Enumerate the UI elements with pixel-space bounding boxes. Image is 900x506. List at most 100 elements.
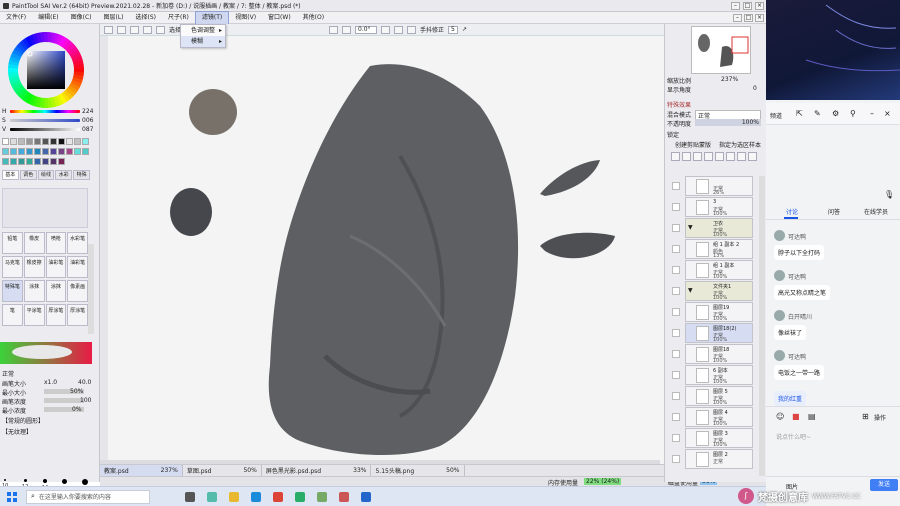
menu-ruler[interactable]: 尺子(R) [162,12,195,24]
microphone-icon[interactable]: 🎙 [884,190,894,199]
layer-row[interactable]: ▼ 卫衣 正常 100% [672,218,753,238]
folder-toggle-icon[interactable]: ▼ [688,287,693,294]
size-multiplier[interactable]: x1.0 [44,379,57,386]
color-swatch[interactable] [58,148,65,155]
layer-row[interactable]: 图层 4 正常 100% [672,407,753,427]
visibility-toggle[interactable] [672,371,680,379]
color-swatch[interactable] [34,138,41,145]
color-swatch[interactable] [58,158,65,165]
color-wheel[interactable] [6,30,86,110]
taskbar-search[interactable]: ⌕ 在这里输入你要搜索的内容 [26,489,150,504]
close-chat-icon[interactable]: × [884,109,891,118]
brush-tool[interactable]: 喷枪 [45,232,67,254]
layer-row[interactable]: 组 1 副本 2 颜色 13% [672,239,753,259]
emoji-icon[interactable]: ☺ [776,412,784,421]
folder-toggle-icon[interactable]: ▼ [688,224,693,231]
chrome-icon[interactable] [273,491,283,502]
invert-selection-button[interactable] [143,25,152,34]
density-slider[interactable] [44,398,84,403]
file-tab[interactable]: 屏色黑光影.psd.psd 33% [262,465,372,476]
tool-tab[interactable]: 特殊 [73,170,90,180]
brush-tool[interactable]: 橡皮擦 [23,256,45,278]
saturation-slider[interactable] [10,119,80,122]
color-swatch[interactable] [26,138,33,145]
brush-tool[interactable]: 涂抹 [23,280,45,302]
color-swatch[interactable] [50,148,57,155]
pin-icon[interactable]: ⚲ [850,109,856,118]
visibility-toggle[interactable] [672,203,680,211]
color-swatch[interactable] [10,148,17,155]
minimize-chat-icon[interactable]: – [870,109,874,118]
visibility-toggle[interactable] [672,455,680,463]
brush-tool[interactable]: 橡皮 [23,232,45,254]
opacity-slider[interactable]: 100% [695,119,761,126]
color-swatch[interactable] [2,158,9,165]
color-swatch[interactable] [50,138,57,145]
layer-scrollbar[interactable] [759,176,765,476]
brush-tool[interactable]: 马克笔 [2,256,23,278]
visibility-toggle[interactable] [672,350,680,358]
my-messages-button[interactable]: 我的红重 [774,391,807,406]
doc-close-button[interactable]: × [755,13,764,22]
brush-tool[interactable]: 厚涂笔 [45,304,67,326]
color-swatch[interactable] [58,138,65,145]
layer-row[interactable]: 图层18(2) 正常 100% [672,323,753,343]
taskview-icon[interactable] [185,491,195,502]
value-slider[interactable] [10,128,80,131]
visibility-toggle[interactable] [672,182,680,190]
color-swatch[interactable] [74,148,81,155]
zoom-out-button[interactable] [329,25,339,34]
color-swatch[interactable] [82,138,89,145]
rotate-cw-button[interactable] [394,25,404,34]
deselect-button[interactable] [130,25,139,34]
color-swatch[interactable] [42,138,49,145]
brush-tool[interactable]: 特殊笔 [2,280,23,302]
menu-edit[interactable]: 编辑(E) [32,12,64,24]
share-icon[interactable]: ⇱ [796,109,803,118]
paint-icon[interactable] [339,491,349,502]
maximize-button[interactable]: □ [743,1,752,10]
brush-tool[interactable]: 厚涂笔 [67,304,88,326]
layer-row[interactable]: 正常 26% [672,176,753,196]
widget-icon[interactable] [207,491,217,502]
brush-tool[interactable]: 油彩笔 [45,256,67,278]
brush-tool[interactable]: 涂抹 [45,280,67,302]
merge-layer-button[interactable] [704,152,713,161]
new-layer-button[interactable] [671,152,680,161]
tool-tab[interactable]: 基本 [2,170,19,180]
flip-button[interactable] [407,25,417,34]
close-button[interactable]: × [755,1,764,10]
color-swatch[interactable] [18,138,25,145]
color-swatch[interactable] [10,158,17,165]
navigator-preview[interactable] [691,26,751,74]
edit-icon[interactable]: ✎ [814,109,821,118]
visibility-toggle[interactable] [672,329,680,337]
color-swatch[interactable] [18,148,25,155]
canvas[interactable] [100,36,664,464]
file-tab[interactable]: 5.15头稿.png 50% [371,465,465,476]
color-swatch[interactable] [34,148,41,155]
color-swatch[interactable] [2,148,9,155]
tool-tab[interactable]: 绘线 [37,170,55,180]
file-tab[interactable]: 草图.psd 50% [183,465,262,476]
mask-button[interactable] [715,152,724,161]
browser-icon[interactable] [361,491,371,502]
menu-window[interactable]: 窗口(W) [262,12,297,24]
effects-header[interactable]: 特殊效果 [667,100,691,109]
brush-tool[interactable]: 油彩笔 [67,256,88,278]
color-swatch[interactable] [26,148,33,155]
file-tab[interactable]: 教案.psd 237% [100,465,183,476]
menu-image[interactable]: 图像(C) [65,12,98,24]
undo-button[interactable] [104,25,113,34]
layer-row[interactable]: 图层 5 正常 100% [672,386,753,406]
hue-slider[interactable] [10,110,80,113]
layer-row[interactable]: 6 副本 正常 100% [672,365,753,385]
tab-discussion[interactable]: 讨论 [786,207,798,216]
selection-source-checkbox[interactable]: 指定为选区样本 [719,140,761,149]
color-swatch[interactable] [18,158,25,165]
visibility-toggle[interactable] [672,245,680,253]
tool-tab[interactable]: 调色 [19,170,37,180]
angle-field[interactable]: 0.0° [355,25,378,34]
layer-row[interactable]: ▼ 文件夹1 正常 100% [672,281,753,301]
tool-scrollbar[interactable] [88,244,94,334]
